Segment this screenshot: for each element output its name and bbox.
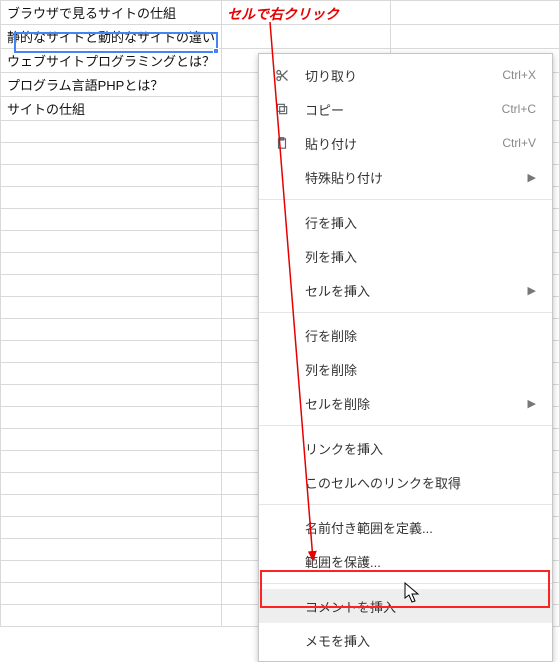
cell[interactable] xyxy=(1,583,222,605)
menu-label: リンクを挿入 xyxy=(305,439,536,458)
cell[interactable]: サイトの仕組 xyxy=(1,97,222,121)
menu-cut[interactable]: 切り取り Ctrl+X xyxy=(259,58,552,92)
menu-get-cell-link[interactable]: このセルへのリンクを取得 xyxy=(259,465,552,499)
cell[interactable] xyxy=(1,451,222,473)
menu-label: 列を削除 xyxy=(305,360,536,379)
menu-insert-comment[interactable]: コメントを挿入 xyxy=(259,589,552,623)
menu-label: セルを挿入 xyxy=(305,281,528,300)
cell[interactable]: ブラウザで見るサイトの仕組 xyxy=(1,1,222,25)
menu-delete-cell[interactable]: セルを削除 ▶ xyxy=(259,386,552,420)
menu-insert-row[interactable]: 行を挿入 xyxy=(259,205,552,239)
menu-label: 特殊貼り付け xyxy=(305,168,528,187)
menu-define-named-range[interactable]: 名前付き範囲を定義... xyxy=(259,510,552,544)
cell[interactable] xyxy=(1,407,222,429)
cell[interactable] xyxy=(221,1,390,25)
menu-protect-range[interactable]: 範囲を保護... xyxy=(259,544,552,578)
menu-label: 名前付き範囲を定義... xyxy=(305,518,536,537)
menu-insert-cell[interactable]: セルを挿入 ▶ xyxy=(259,273,552,307)
cell[interactable] xyxy=(1,231,222,253)
cell[interactable] xyxy=(1,605,222,627)
menu-insert-memo[interactable]: メモを挿入 xyxy=(259,623,552,657)
menu-insert-link[interactable]: リンクを挿入 xyxy=(259,431,552,465)
menu-shortcut: Ctrl+C xyxy=(502,102,536,116)
menu-paste-special[interactable]: 特殊貼り付け ▶ xyxy=(259,160,552,194)
table-row: ブラウザで見るサイトの仕組 xyxy=(1,1,560,25)
cell[interactable] xyxy=(1,495,222,517)
cell[interactable] xyxy=(1,121,222,143)
menu-delete-row[interactable]: 行を削除 xyxy=(259,318,552,352)
menu-label: 行を削除 xyxy=(305,326,536,345)
cell[interactable] xyxy=(390,1,559,25)
menu-label: このセルへのリンクを取得 xyxy=(305,473,536,492)
cell[interactable] xyxy=(1,363,222,385)
context-menu: 切り取り Ctrl+X コピー Ctrl+C 貼り付け Ctrl+V 特殊貼り付… xyxy=(258,53,553,662)
cell[interactable]: ウェブサイトプログラミングとは？ xyxy=(1,49,222,73)
submenu-arrow-icon: ▶ xyxy=(528,171,536,184)
cell[interactable] xyxy=(1,429,222,451)
menu-copy[interactable]: コピー Ctrl+C xyxy=(259,92,552,126)
menu-label: メモを挿入 xyxy=(305,631,536,650)
cell[interactable] xyxy=(1,297,222,319)
menu-label: 行を挿入 xyxy=(305,213,536,232)
menu-label: セルを削除 xyxy=(305,394,528,413)
menu-separator xyxy=(259,312,552,313)
cell[interactable] xyxy=(1,319,222,341)
cell[interactable] xyxy=(1,341,222,363)
menu-separator xyxy=(259,583,552,584)
cell[interactable] xyxy=(1,385,222,407)
menu-shortcut: Ctrl+X xyxy=(502,68,536,82)
menu-separator xyxy=(259,425,552,426)
menu-shortcut: Ctrl+V xyxy=(502,136,536,150)
cell[interactable] xyxy=(221,25,390,49)
menu-delete-col[interactable]: 列を削除 xyxy=(259,352,552,386)
cell[interactable] xyxy=(1,143,222,165)
cell[interactable] xyxy=(1,209,222,231)
menu-label: コメントを挿入 xyxy=(305,597,536,616)
cell[interactable] xyxy=(1,517,222,539)
cell[interactable] xyxy=(1,187,222,209)
menu-label: 範囲を保護... xyxy=(305,552,536,571)
table-row: 静的なサイトと動的なサイトの違い xyxy=(1,25,560,49)
cell[interactable] xyxy=(1,539,222,561)
cell[interactable] xyxy=(390,25,559,49)
submenu-arrow-icon: ▶ xyxy=(528,284,536,297)
paste-icon xyxy=(271,134,293,152)
cell[interactable] xyxy=(1,473,222,495)
menu-separator xyxy=(259,504,552,505)
submenu-arrow-icon: ▶ xyxy=(528,397,536,410)
menu-label: 切り取り xyxy=(305,66,502,85)
menu-paste[interactable]: 貼り付け Ctrl+V xyxy=(259,126,552,160)
cell[interactable] xyxy=(1,275,222,297)
menu-label: 貼り付け xyxy=(305,134,502,153)
cut-icon xyxy=(271,66,293,84)
cell[interactable] xyxy=(1,253,222,275)
menu-label: 列を挿入 xyxy=(305,247,536,266)
cell-selected[interactable]: 静的なサイトと動的なサイトの違い xyxy=(1,25,222,49)
menu-insert-col[interactable]: 列を挿入 xyxy=(259,239,552,273)
cell[interactable] xyxy=(1,561,222,583)
menu-label: コピー xyxy=(305,100,502,119)
menu-separator xyxy=(259,199,552,200)
cell[interactable]: プログラム言語PHPとは？ xyxy=(1,73,222,97)
copy-icon xyxy=(271,100,293,118)
cell[interactable] xyxy=(1,165,222,187)
